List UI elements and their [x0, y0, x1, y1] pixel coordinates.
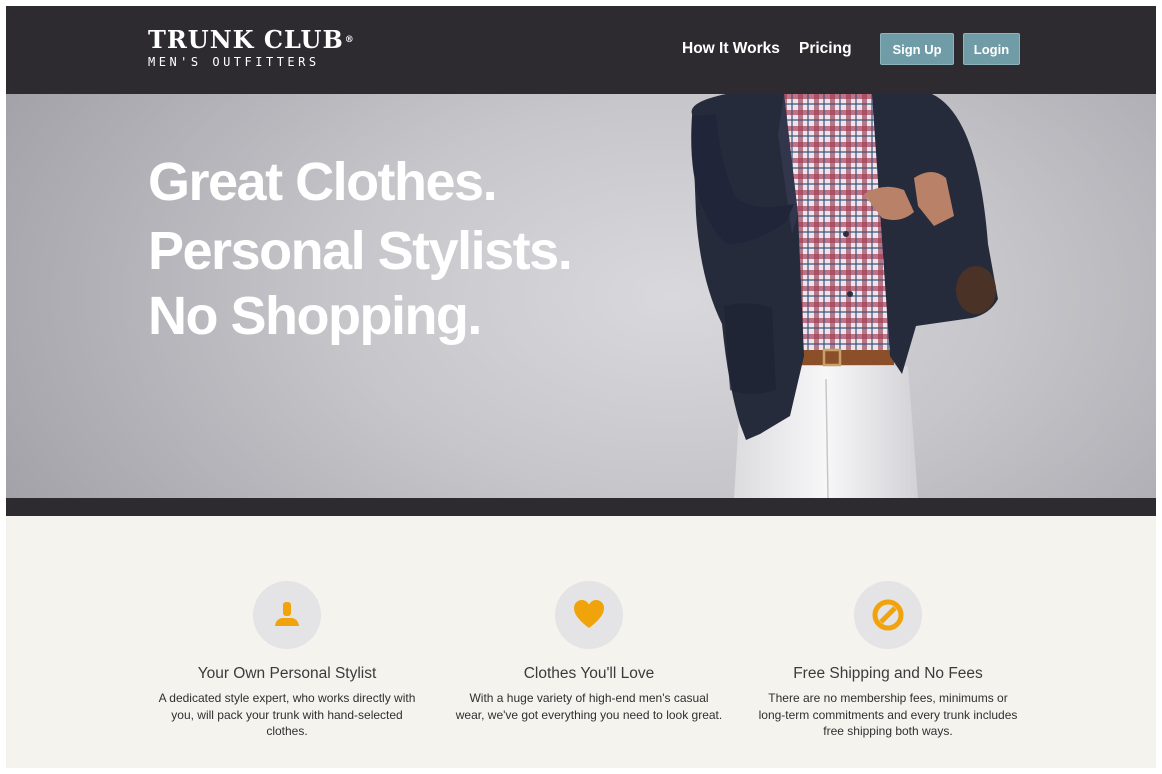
- page: TRUNK CLUB® MEN'S OUTFITTERS How It Work…: [6, 6, 1156, 768]
- feature-description: A dedicated style expert, who works dire…: [158, 691, 416, 738]
- person-icon-circle: [253, 581, 321, 649]
- feature-description: There are no membership fees, minimums o…: [758, 691, 1018, 738]
- heart-icon: [574, 600, 604, 628]
- hero-divider-bar: [6, 498, 1156, 516]
- feature-title: Your Own Personal Stylist: [197, 665, 377, 682]
- no-fees-icon-circle: [854, 581, 922, 649]
- nav-how-it-works[interactable]: How It Works: [682, 39, 780, 59]
- login-button[interactable]: Login: [963, 33, 1020, 65]
- feature-free-shipping: Free Shipping and No Fees There are no m…: [748, 581, 1028, 740]
- feature-personal-stylist: Your Own Personal Stylist A dedicated st…: [147, 581, 427, 740]
- site-header: TRUNK CLUB® MEN'S OUTFITTERS How It Work…: [6, 6, 1156, 94]
- hero-headline-1: Great Clothes.: [148, 152, 498, 212]
- hero-banner: Great Clothes. Personal Stylists. No Sho…: [6, 94, 1156, 498]
- feature-description: With a huge variety of high-end men's ca…: [455, 691, 723, 722]
- sign-up-button[interactable]: Sign Up: [880, 33, 954, 65]
- feature-clothes-love: Clothes You'll Love With a huge variety …: [449, 581, 729, 723]
- logo-tagline: MEN'S OUTFITTERS: [148, 55, 320, 69]
- logo[interactable]: TRUNK CLUB® MEN'S OUTFITTERS: [148, 25, 355, 70]
- hero-headline-3: No Shopping.: [148, 286, 482, 346]
- no-fees-icon: [872, 599, 904, 631]
- features-section: Your Own Personal Stylist A dedicated st…: [6, 516, 1156, 768]
- heart-icon-circle: [555, 581, 623, 649]
- feature-title: Free Shipping and No Fees: [793, 665, 983, 682]
- nav-pricing[interactable]: Pricing: [799, 39, 852, 59]
- hero-model-image: [691, 94, 998, 498]
- hero-headline-2: Personal Stylists.: [148, 221, 573, 281]
- person-icon: [275, 602, 299, 626]
- logo-wordmark: TRUNK CLUB: [148, 25, 344, 54]
- feature-title: Clothes You'll Love: [523, 665, 655, 682]
- registered-mark: ®: [344, 35, 355, 45]
